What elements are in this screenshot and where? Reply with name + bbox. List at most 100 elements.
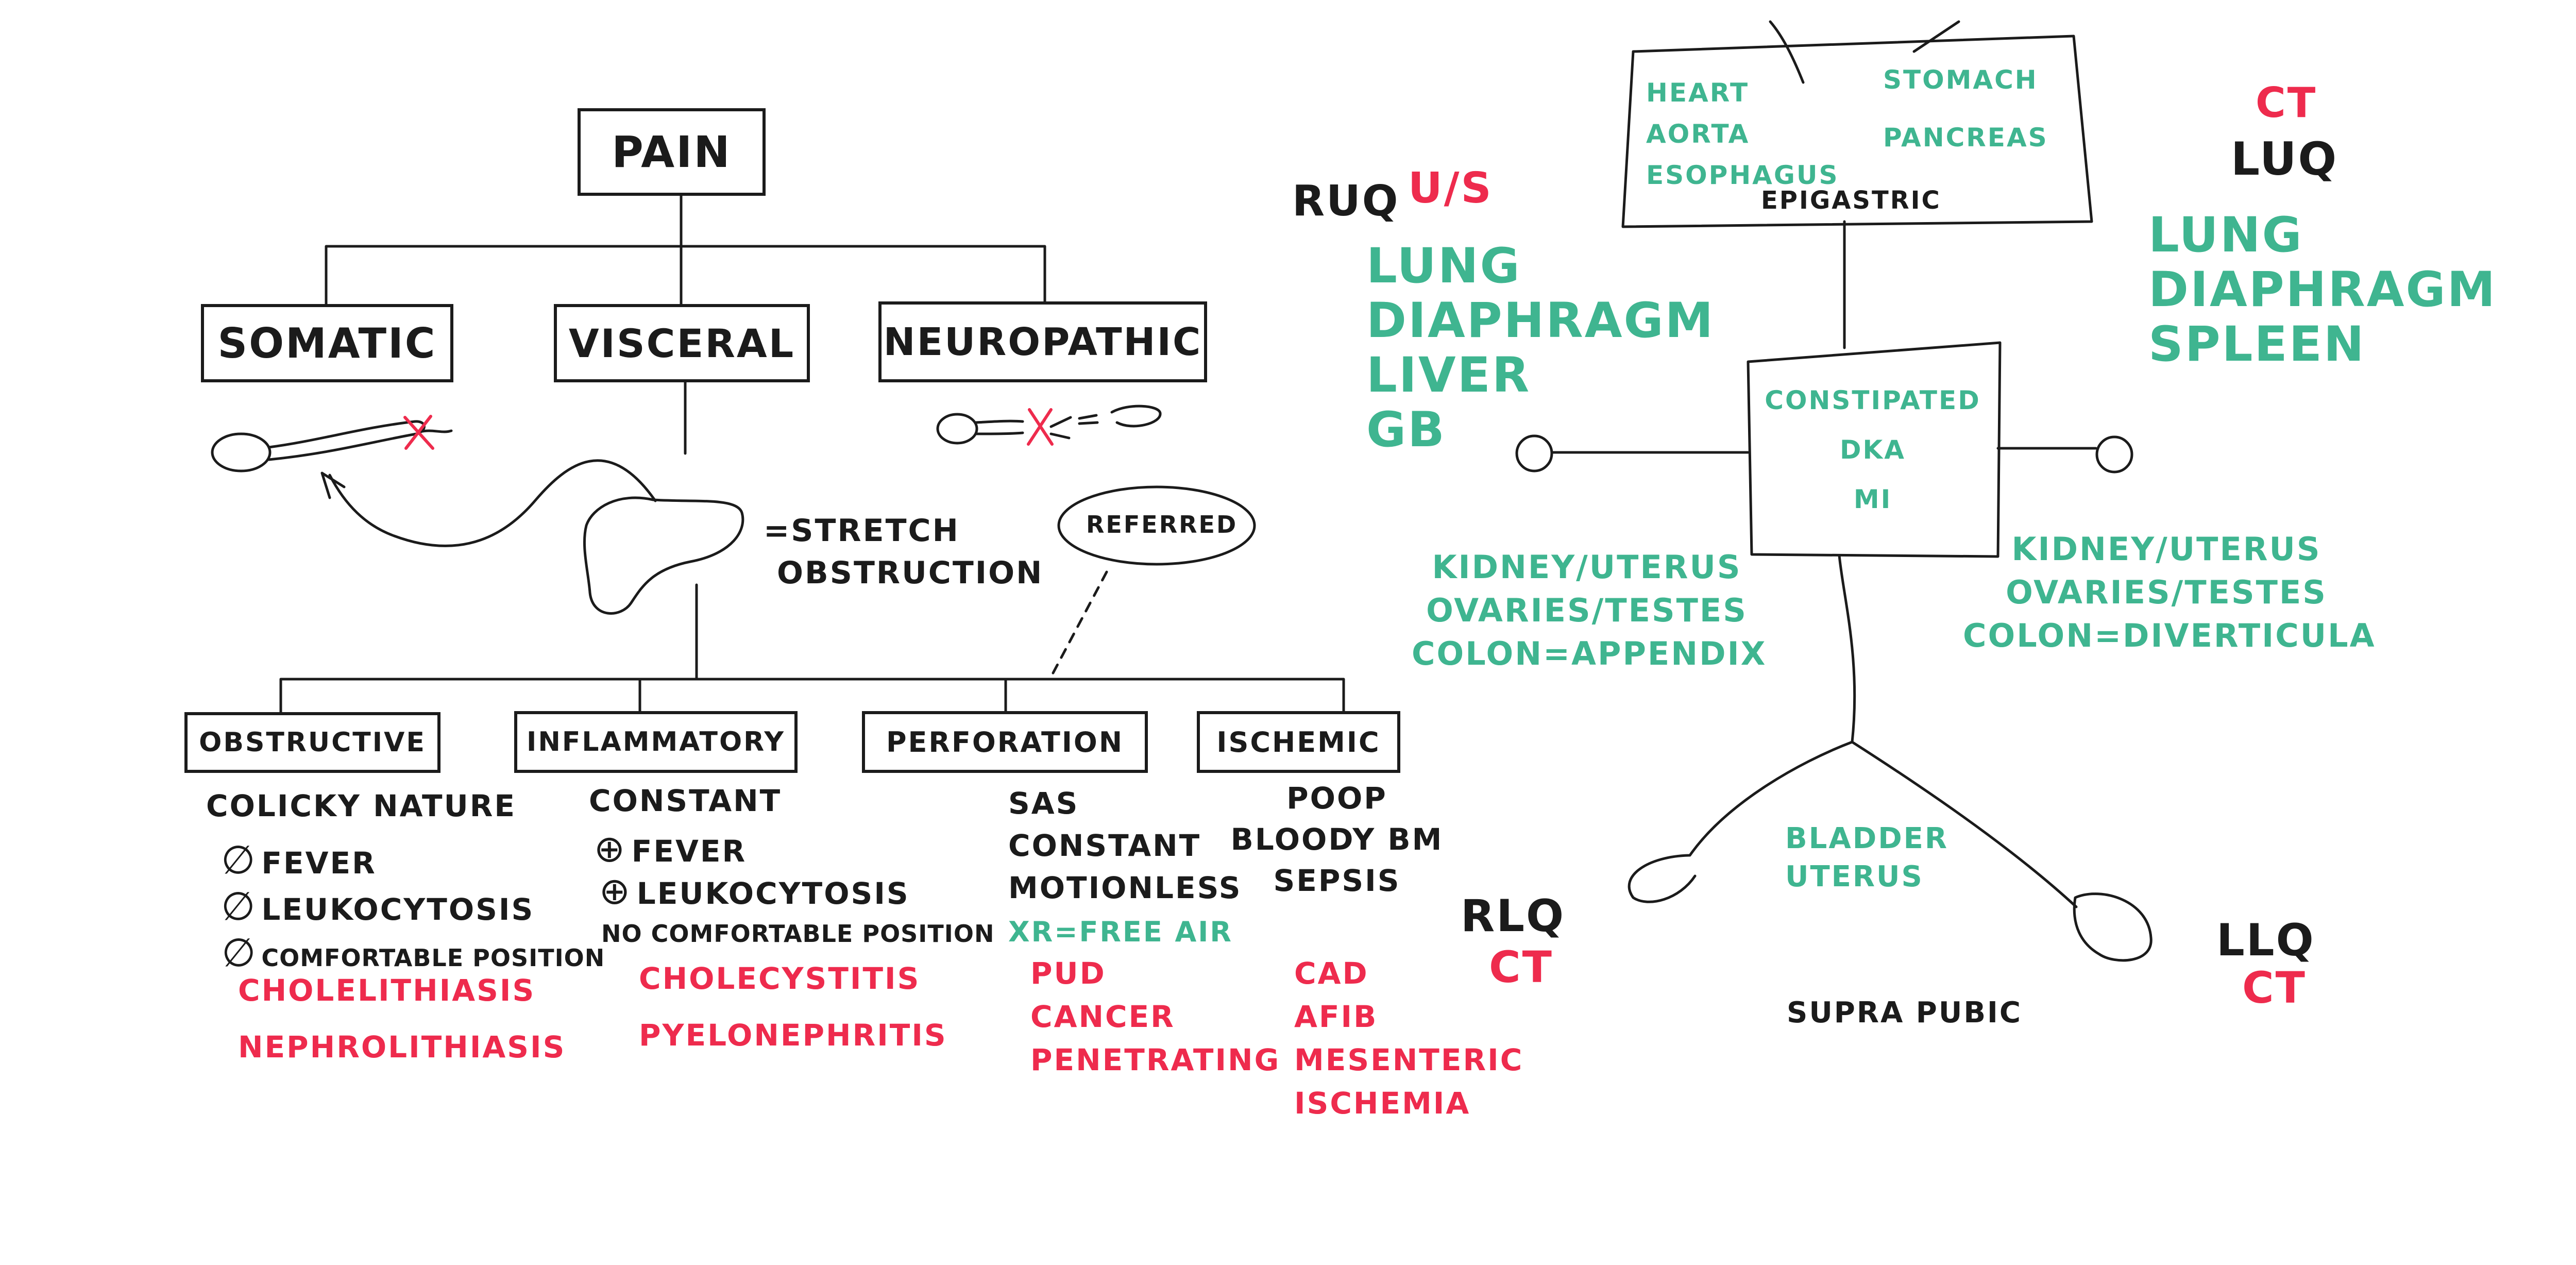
ischemic-features: POOP BLOODY BM SEPSIS (1229, 783, 1445, 896)
inflammatory-position: NO COMFORTABLE POSITION (601, 920, 995, 948)
epigastric-organ: PANCREAS (1883, 123, 2048, 153)
suprapubic-organ: UTERUS (1785, 860, 1924, 893)
epigastric-label: EPIGASTRIC (1761, 186, 1941, 215)
obstructive-features: COLICKY NATURE ∅ FEVER ∅ LEUKOCYTOSIS ∅ COM… (206, 791, 605, 972)
center-condition: CONSTIPATED (1765, 385, 1981, 415)
center-conditions: CONSTIPATED DKA MI (1734, 387, 2012, 512)
absent-symbol-icon: ∅ (222, 930, 257, 975)
circled-plus-icon: ⊕ (594, 827, 627, 870)
luq-imaging: CT (2256, 79, 2317, 127)
obstructive-label: OBSTRUCTIVE (199, 727, 426, 758)
ischemic-example: AFIB (1294, 999, 1378, 1034)
perforation-label: PERFORATION (886, 726, 1124, 758)
ischemic-feature: SEPSIS (1273, 863, 1401, 898)
visceral-stretch-note: =STRETCH OBSTRUCTION (764, 515, 1043, 588)
perforation-example: CANCER (1030, 999, 1175, 1034)
obstructive-box: OBSTRUCTIVE (184, 712, 440, 773)
ruq-organ: DIAPHRAGM (1366, 293, 1715, 349)
rlq-organ: KIDNEY/UTERUS (1432, 548, 1742, 586)
rlq-label: RLQ (1461, 890, 1566, 942)
obstructive-position: COMFORTABLE POSITION (261, 944, 605, 972)
referred-label: REFERRED (1086, 511, 1238, 538)
luq-organ: SPLEEN (2148, 316, 2366, 373)
visceral-organ-sketch (320, 459, 744, 615)
perforation-examples: PUD CANCER PENETRATING (1030, 958, 1280, 1075)
obstructive-example: CHOLELITHIASIS (238, 973, 536, 1008)
obstructive-leuko-row: ∅ LEUKOCYTOSIS (216, 887, 605, 926)
obstructive-position-row: ∅ COMFORTABLE POSITION (216, 933, 605, 972)
circled-plus-icon: ⊕ (599, 869, 632, 913)
inflammatory-features: CONSTANT ⊕ FEVER ⊕ LEUKOCYTOSIS NO COMFORT… (589, 786, 995, 946)
ruq-label: RUQ (1292, 177, 1400, 226)
perforation-features: SAS CONSTANT MOTIONLESS XR=FREE AIR (1008, 788, 1242, 946)
ischemic-feature: BLOODY BM (1230, 822, 1444, 857)
somatic-box: SOMATIC (201, 304, 453, 382)
suprapubic-organ: BLADDER (1785, 822, 1949, 855)
epigastric-organs-left: HEART AORTA ESOPHAGUS (1646, 80, 1839, 188)
epigastric-organ: AORTA (1646, 119, 1750, 149)
perforation-box: PERFORATION (862, 711, 1148, 773)
mechanism-tree-line (279, 583, 1345, 715)
perforation-example: PENETRATING (1030, 1042, 1281, 1077)
inflammatory-fever: FEVER (631, 834, 747, 869)
visceral-label: VISCERAL (568, 320, 795, 366)
llq-imaging: CT (2242, 963, 2307, 1013)
inflammatory-box: INFLAMMATORY (514, 711, 798, 773)
suprapubic-label: SUPRA PUBIC (1787, 996, 2022, 1030)
pain-root-box: PAIN (578, 108, 766, 196)
ischemic-example: ISCHEMIA (1294, 1086, 1471, 1121)
llq-organ: KIDNEY/UTERUS (2011, 530, 2321, 568)
perforation-feature: CONSTANT (1008, 828, 1201, 863)
rlq-imaging: CT (1489, 942, 1553, 992)
absent-symbol-icon: ∅ (221, 883, 257, 929)
perforation-feature: MOTIONLESS (1008, 870, 1242, 905)
obstructive-fever-row: ∅ FEVER (216, 840, 605, 880)
obstructive-nature: COLICKY NATURE (206, 788, 516, 823)
obstruction-label: OBSTRUCTION (777, 555, 1044, 591)
visceral-box: VISCERAL (554, 304, 810, 382)
neuropathic-label: NEUROPATHIC (883, 319, 1202, 364)
luq-organ: LUNG (2148, 207, 2303, 263)
obstructive-fever: FEVER (261, 846, 377, 881)
ruq-organ: LIVER (1366, 347, 1531, 403)
rlq-organs: KIDNEY/UTERUS OVARIES/TESTES COLON=APPEN… (1412, 548, 1766, 670)
perforation-feature: SAS (1008, 786, 1079, 821)
ischemic-example: MESENTERIC (1294, 1042, 1524, 1077)
ischemic-feature: POOP (1286, 781, 1387, 816)
somatic-label: SOMATIC (217, 319, 437, 367)
center-condition: DKA (1840, 435, 1906, 465)
inflammatory-fever-row: ⊕ FEVER (589, 830, 995, 867)
inflammatory-nature: CONSTANT (589, 783, 782, 818)
ruq-organs: LUNG DIAPHRAGM LIVER GB (1366, 242, 1715, 454)
perforation-example: PUD (1030, 956, 1106, 991)
rlq-organ: OVARIES/TESTES (1426, 592, 1748, 629)
inflammatory-example: CHOLECYSTITIS (639, 961, 921, 996)
luq-organs: LUNG DIAPHRAGM SPLEEN (2148, 211, 2497, 369)
llq-label: LLQ (2216, 915, 2315, 966)
center-condition: MI (1853, 484, 1892, 514)
pain-root-label: PAIN (612, 127, 732, 177)
ruq-imaging: U/S (1408, 164, 1493, 213)
epigastric-organ: HEART (1646, 78, 1750, 108)
ischemic-label: ISCHEMIC (1216, 726, 1381, 758)
epigastric-organ: STOMACH (1883, 65, 2038, 95)
stretch-label: =STRETCH (764, 513, 960, 549)
luq-organ: DIAPHRAGM (2148, 262, 2497, 318)
suprapubic-organs: BLADDER UTERUS (1785, 824, 1948, 891)
ruq-organ: GB (1366, 402, 1446, 458)
luq-label: LUQ (2231, 132, 2338, 185)
llq-organs: KIDNEY/UTERUS OVARIES/TESTES COLON=DIVER… (1963, 530, 2376, 654)
inflammatory-example: PYELONEPHRITIS (639, 1018, 947, 1053)
inflammatory-examples: CHOLECYSTITIS PYELONEPHRITIS (639, 964, 947, 1050)
pain-tree-line (325, 194, 1046, 311)
epigastric-organs-right: STOMACH PANCREAS (1883, 67, 2048, 150)
llq-organ: COLON=DIVERTICULA (1963, 617, 2376, 654)
referred-dashed-line (1051, 570, 1108, 676)
perforation-imaging: XR=FREE AIR (1008, 916, 1233, 948)
ischemic-box: ISCHEMIC (1197, 711, 1400, 773)
inflammatory-label: INFLAMMATORY (527, 727, 785, 757)
epigastric-organ: ESOPHAGUS (1646, 160, 1839, 190)
llq-organ: OVARIES/TESTES (2006, 574, 2327, 611)
obstructive-examples: CHOLELITHIASIS NEPHROLITHIASIS (238, 975, 566, 1062)
ruq-organ: LUNG (1366, 238, 1521, 294)
